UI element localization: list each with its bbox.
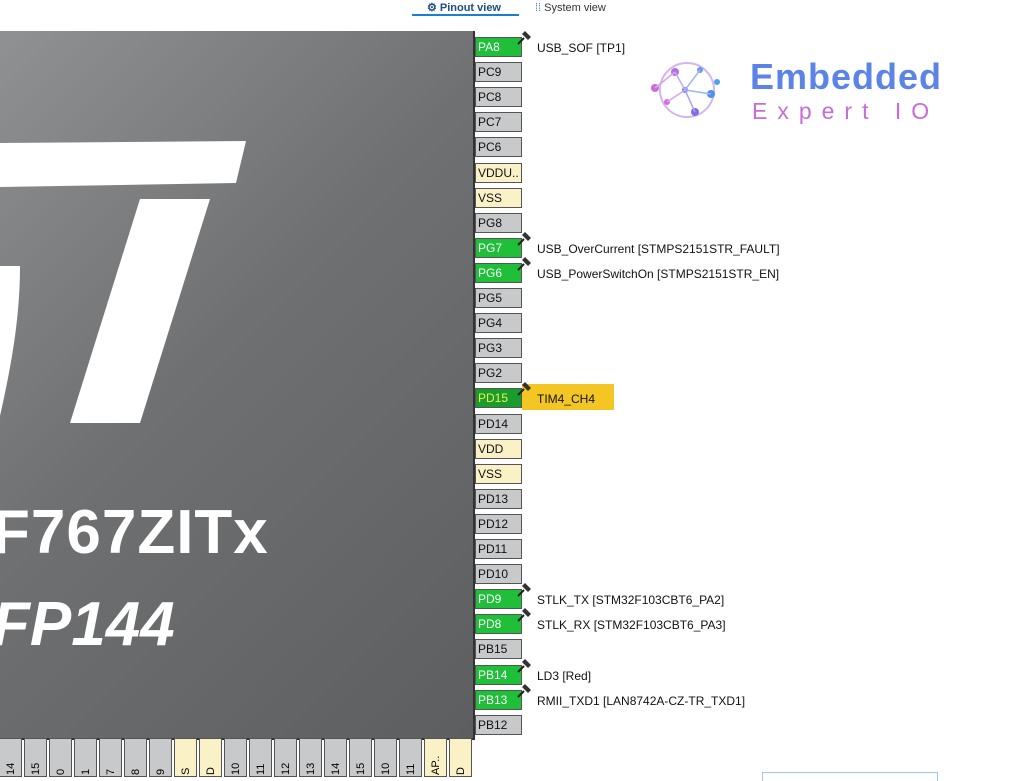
bottom-pin[interactable]: D — [199, 738, 222, 777]
pin-pc7[interactable]: PC7 — [475, 112, 522, 132]
bottom-pin[interactable]: 0 — [49, 738, 72, 777]
pin-signal-label: TIM4_CH4 — [537, 392, 596, 406]
bottom-pin[interactable]: 10 — [224, 738, 247, 777]
bottom-pin-label: 1 — [80, 768, 92, 775]
bottom-pin[interactable]: 9 — [149, 738, 172, 777]
pushpin-icon — [517, 257, 531, 271]
logo-text-embedded: Embedded — [750, 56, 943, 97]
pin-pd14[interactable]: PD14 — [475, 414, 522, 434]
bottom-pin[interactable]: 13 — [299, 738, 322, 777]
pin-vddu[interactable]: VDDU.. — [475, 163, 522, 183]
bottom-pin-label: 0 — [55, 768, 67, 775]
bottom-pin-label: S — [180, 767, 192, 775]
bottom-pin[interactable]: 1 — [74, 738, 97, 777]
network-globe-icon — [651, 62, 720, 118]
bottom-pin[interactable]: D — [449, 738, 472, 777]
bottom-pin-label: 10 — [380, 762, 392, 775]
embedded-expert-logo: Embedded Expert IO — [645, 52, 945, 128]
chip-package: FP144 — [0, 590, 175, 659]
bottom-pin[interactable]: 10 — [374, 738, 397, 777]
bottom-pin[interactable]: 8 — [124, 738, 147, 777]
chip-icon: ⚙ — [427, 2, 437, 14]
pin-pg3[interactable]: PG3 — [475, 338, 522, 358]
chip-part-number: F767ZITx — [0, 498, 269, 567]
pushpin-icon — [517, 608, 531, 622]
bottom-pin[interactable]: 11 — [399, 738, 422, 777]
bottom-pin-label: 10 — [230, 762, 242, 775]
bottom-pin[interactable]: 15 — [24, 738, 47, 777]
bottom-pin[interactable]: 11 — [249, 738, 272, 777]
bottom-pin-label: 11 — [405, 763, 417, 775]
bottom-pin[interactable]: S — [174, 738, 197, 777]
pin-signal-label: STLK_TX [STM32F103CBT6_PA2] — [537, 593, 725, 607]
pushpin-icon — [517, 232, 531, 246]
pin-pc9[interactable]: PC9 — [475, 62, 522, 82]
logo-text-expert-io: Expert IO — [752, 98, 940, 124]
pin-signal-label: RMII_TXD1 [LAN8742A-CZ-TR_TXD1] — [537, 694, 746, 708]
pushpin-icon — [517, 382, 531, 396]
bottom-pin[interactable]: 12 — [274, 738, 297, 777]
bottom-pin-label: 13 — [305, 762, 317, 775]
pin-vss[interactable]: VSS — [475, 188, 522, 208]
bottom-pin-label: 15 — [355, 762, 367, 775]
bottom-pin[interactable]: 15 — [349, 738, 372, 777]
pin-signal-label: STLK_RX [STM32F103CBT6_PA3] — [537, 618, 726, 632]
mcu-chip-body: F767ZITx FP144 — [0, 31, 475, 740]
pin-signal-label: USB_OverCurrent [STMPS2151STR_FAULT] — [537, 242, 780, 256]
pin-signal-label: USB_PowerSwitchOn [STMPS2151STR_EN] — [537, 267, 780, 281]
pin-pg4[interactable]: PG4 — [475, 313, 522, 333]
pushpin-icon — [517, 659, 531, 673]
pin-pg5[interactable]: PG5 — [475, 288, 522, 308]
pin-signal-label: USB_SOF [TP1] — [537, 41, 626, 55]
pin-pc8[interactable]: PC8 — [475, 87, 522, 107]
bottom-pin-label: AP.. — [430, 755, 442, 775]
pin-vss[interactable]: VSS — [475, 464, 522, 484]
bottom-pin[interactable]: 7 — [99, 738, 122, 777]
active-tab-underline — [412, 14, 519, 16]
pin-pb15[interactable]: PB15 — [475, 639, 522, 659]
bottom-pin-label: 12 — [280, 762, 292, 775]
bottom-pin-label: 11 — [255, 763, 267, 775]
bottom-pin-label: 8 — [130, 768, 142, 775]
pin-pc6[interactable]: PC6 — [475, 137, 522, 157]
pushpin-icon — [517, 583, 531, 597]
bottom-pin-label: 7 — [105, 768, 117, 775]
bottom-pin-label: 14 — [5, 762, 17, 775]
pin-pd13[interactable]: PD13 — [475, 489, 522, 509]
pin-pd12[interactable]: PD12 — [475, 514, 522, 534]
pushpin-icon — [517, 31, 531, 45]
pushpin-icon — [517, 684, 531, 698]
grid-icon: ⁞⁞ — [535, 2, 542, 14]
bottom-pin-label: D — [455, 767, 467, 775]
bottom-pin[interactable]: AP.. — [424, 738, 447, 777]
view-tabs: ⚙ Pinout view ⁞⁞ System view — [0, 0, 1024, 20]
bottom-pin-label: 9 — [155, 768, 167, 775]
pin-signal-label: LD3 [Red] — [537, 669, 592, 683]
pin-pb12[interactable]: PB12 — [475, 715, 522, 735]
bottom-pin[interactable]: 14 — [0, 738, 22, 777]
pin-pd11[interactable]: PD11 — [475, 539, 522, 559]
bottom-pin-label: D — [205, 767, 217, 775]
bottom-pin-label: 14 — [330, 762, 342, 775]
pin-vdd[interactable]: VDD — [475, 439, 522, 459]
bottom-pin[interactable]: 14 — [324, 738, 347, 777]
tab-system-view[interactable]: ⁞⁞ System view — [535, 0, 606, 17]
bottom-pin-label: 15 — [30, 762, 42, 775]
